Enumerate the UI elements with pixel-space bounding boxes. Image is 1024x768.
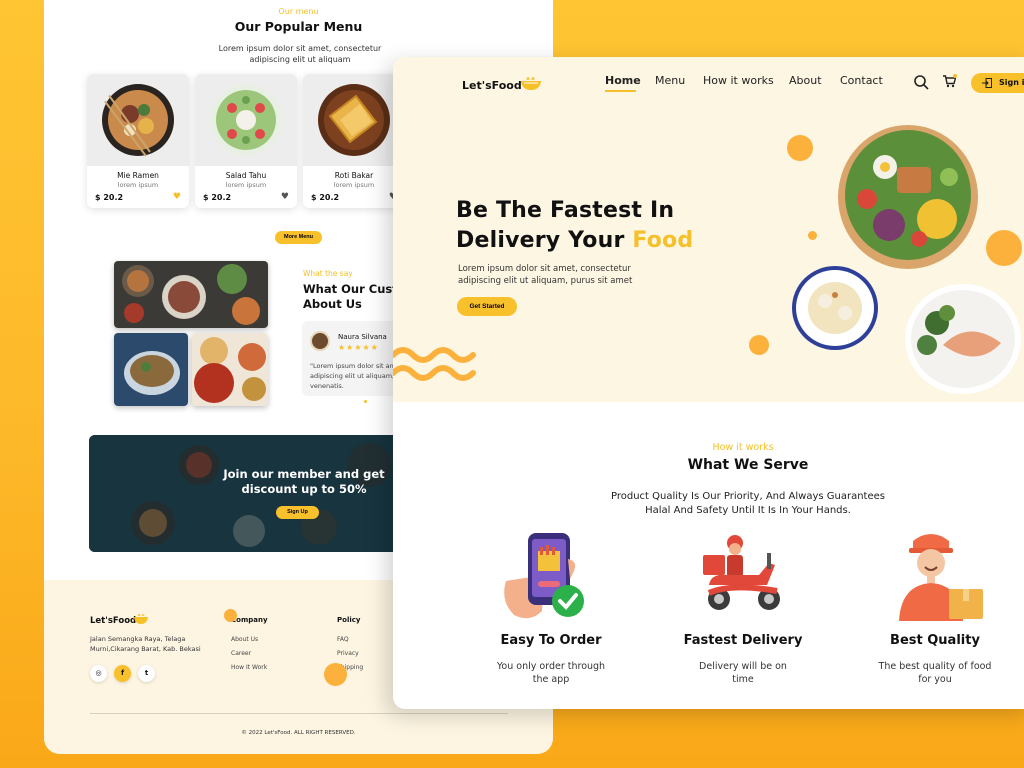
reviewer-name: Naura Silvana bbox=[338, 333, 387, 341]
dish-name: Roti Bakar bbox=[334, 171, 374, 180]
dish-card-mie-ramen[interactable]: Mie Ramen lorem ipsum $ 20.2 ♥ bbox=[87, 74, 189, 208]
feature-desc-best-quality: The best quality of food for you bbox=[878, 661, 992, 685]
home-page-preview: Let'sFood Home Menu How it works About C… bbox=[393, 57, 1024, 709]
more-menu-button[interactable]: More Menu bbox=[275, 231, 322, 244]
feature-desc-easy-order: You only order through the app bbox=[496, 661, 606, 685]
toast-image bbox=[318, 84, 390, 156]
member-banner: Join our member and get discount up to 5… bbox=[89, 435, 409, 552]
food-spread-photo bbox=[114, 261, 268, 328]
decorative-dot bbox=[808, 231, 817, 240]
policy-heading: Policy bbox=[337, 616, 361, 624]
feature-title-best-quality: Best Quality bbox=[890, 633, 980, 648]
heart-icon[interactable]: ♥ bbox=[281, 192, 289, 202]
courier-icon bbox=[899, 534, 983, 621]
heart-icon[interactable]: ♥ bbox=[173, 192, 181, 202]
feature-desc-fastest-delivery: Delivery will be on time bbox=[699, 661, 787, 685]
decorative-dot bbox=[787, 135, 813, 161]
search-icon[interactable] bbox=[914, 75, 929, 90]
hero-title-accent: Food bbox=[632, 228, 694, 253]
footer-link-about[interactable]: About Us bbox=[231, 636, 258, 643]
soup-photo bbox=[114, 333, 188, 406]
delivery-scooter-icon bbox=[703, 535, 780, 610]
ramen-image bbox=[102, 84, 174, 157]
section-eyebrow: How it works bbox=[712, 442, 774, 453]
twitter-icon[interactable]: t bbox=[138, 665, 155, 682]
sign-in-button[interactable]: Sign in bbox=[971, 73, 1024, 93]
footer-divider bbox=[90, 713, 508, 714]
copyright: © 2022 Let'sFood. ALL RIGHT RESERVED. bbox=[241, 730, 356, 736]
rating-stars: ★★★★★ bbox=[338, 343, 379, 352]
nav-how-it-works[interactable]: How it works bbox=[703, 74, 774, 87]
dish-price: $ 20.2 bbox=[203, 193, 232, 202]
dish-price: $ 20.2 bbox=[95, 193, 124, 202]
footer-link-privacy[interactable]: Privacy bbox=[337, 650, 359, 657]
section-title: What We Serve bbox=[687, 457, 809, 473]
footer-link-how-it-work[interactable]: How It Work bbox=[231, 664, 267, 671]
fish-plate-image bbox=[905, 284, 1021, 394]
bowl-logo-icon bbox=[134, 614, 148, 624]
bowl-logo-icon bbox=[521, 76, 541, 90]
brand-logo[interactable]: Let'sFood bbox=[462, 79, 522, 92]
cart-badge bbox=[953, 74, 957, 78]
footer-logo[interactable]: Let'sFood bbox=[90, 616, 136, 626]
member-promo-text: Join our member and get discount up to 5… bbox=[223, 467, 385, 496]
carousel-dot[interactable] bbox=[364, 400, 367, 403]
salad-bowl-image bbox=[838, 125, 978, 269]
testimonial-eyebrow: What the say bbox=[303, 269, 353, 278]
footer-link-career[interactable]: Career bbox=[231, 650, 251, 657]
instagram-icon[interactable]: ◎ bbox=[90, 665, 107, 682]
phone-order-icon bbox=[504, 533, 584, 619]
dish-price: $ 20.2 bbox=[311, 193, 340, 202]
dish-card-roti-bakar[interactable]: Roti Bakar lorem ipsum $ 20.2 ♥ bbox=[303, 74, 405, 208]
active-nav-indicator bbox=[605, 90, 636, 92]
dishes-photo bbox=[192, 333, 268, 406]
facebook-icon[interactable]: f bbox=[114, 665, 131, 682]
hero-title: Be The Fastest In Delivery Your Food bbox=[456, 198, 694, 253]
feature-title-fastest-delivery: Fastest Delivery bbox=[683, 633, 803, 648]
footer-address: Jalan Semangka Raya, Telaga Murni,Cikara… bbox=[90, 635, 201, 653]
dish-name: Salad Tahu bbox=[225, 171, 267, 180]
feature-title-easy-order: Easy To Order bbox=[500, 633, 602, 648]
testimonial-quote: "Lorem ipsum dolor sit ame adipiscing el… bbox=[310, 362, 400, 390]
avatar bbox=[310, 331, 330, 351]
dish-description: lorem ipsum bbox=[333, 181, 375, 189]
dish-description: lorem ipsum bbox=[117, 181, 159, 189]
soup-bowl-image bbox=[792, 266, 878, 350]
decorative-dot bbox=[749, 335, 769, 355]
hero-description: Lorem ipsum dolor sit amet, consectetur … bbox=[458, 264, 633, 286]
login-icon bbox=[982, 78, 992, 88]
decorative-dot bbox=[224, 609, 237, 622]
sign-in-label: Sign in bbox=[999, 78, 1024, 87]
menu-eyebrow: Our menu bbox=[278, 7, 319, 16]
dish-card-salad-tahu[interactable]: Salad Tahu lorem ipsum $ 20.2 ♥ bbox=[195, 74, 297, 208]
nav-menu[interactable]: Menu bbox=[655, 74, 685, 87]
nav-home[interactable]: Home bbox=[605, 74, 641, 87]
section-description: Product Quality Is Our Priority, And Alw… bbox=[610, 491, 885, 516]
decorative-dot bbox=[324, 663, 347, 686]
decorative-dot bbox=[986, 230, 1022, 266]
dish-name: Mie Ramen bbox=[117, 171, 159, 180]
get-started-button[interactable]: Get Started bbox=[457, 297, 517, 316]
nav-contact[interactable]: Contact bbox=[840, 74, 883, 87]
salad-image bbox=[210, 84, 282, 156]
menu-subtitle: Lorem ipsum dolor sit amet, consectetur … bbox=[218, 44, 382, 64]
footer-link-faq[interactable]: FAQ bbox=[337, 636, 349, 643]
sign-up-button[interactable]: Sign Up bbox=[276, 506, 319, 519]
wave-decoration bbox=[393, 347, 476, 381]
testimonial-title: What Our Custo About Us bbox=[303, 282, 406, 311]
dish-description: lorem ipsum bbox=[225, 181, 267, 189]
nav-about[interactable]: About bbox=[789, 74, 822, 87]
menu-title: Our Popular Menu bbox=[234, 19, 363, 34]
